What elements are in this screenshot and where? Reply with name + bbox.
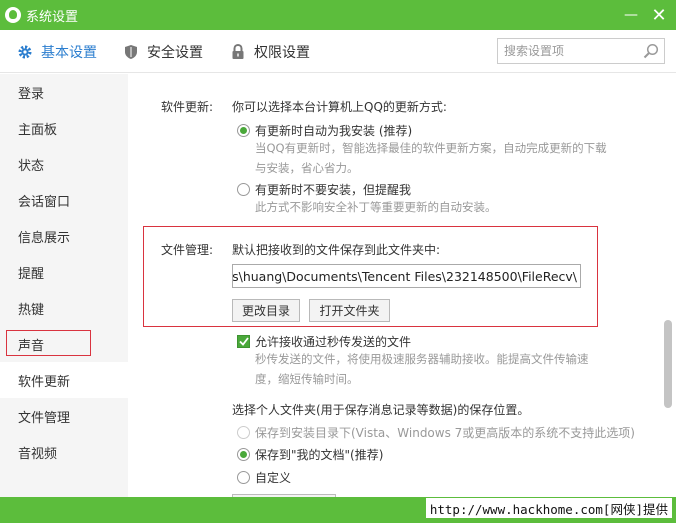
personal-folder-intro: 选择个人文件夹(用于保存消息记录等数据)的保存位置。: [232, 403, 530, 417]
search-icon[interactable]: [643, 43, 659, 59]
tab-security-settings[interactable]: 安全设置: [123, 30, 203, 73]
auto-update-desc-line1: 当QQ有更新时，智能选择最佳的软件更新方案，自动完成更新的下载: [255, 141, 607, 155]
custom-label[interactable]: 自定义: [255, 469, 291, 486]
tab-label: 基本设置: [41, 44, 97, 61]
auto-update-label[interactable]: 有更新时自动为我安装 (推荐): [255, 122, 412, 139]
change-directory-button[interactable]: 更改目录: [232, 299, 300, 322]
notify-update-desc: 此方式不影响安全补丁等重要更新的自动安装。: [255, 200, 497, 214]
fast-transfer-desc-line2: 度，缩短传输时间。: [255, 372, 359, 386]
settings-tab-bar: 基本设置 安全设置 权限设置: [0, 30, 676, 73]
title-bar: 系统设置 — ✕: [0, 0, 676, 30]
sidebar-item-sound[interactable]: 声音: [0, 326, 128, 362]
search-input[interactable]: [504, 40, 644, 62]
gear-icon: [17, 44, 33, 60]
radio-auto-update[interactable]: [237, 124, 250, 137]
my-documents-label[interactable]: 保存到"我的文档"(推荐): [255, 446, 383, 463]
sidebar-item-reminders[interactable]: 提醒: [0, 254, 128, 290]
fast-transfer-checkbox[interactable]: [237, 335, 250, 348]
checkmark-icon: [238, 337, 249, 346]
save-path-value: C:\Users\huang\Documents\Tencent Files\2…: [232, 268, 577, 284]
qq-logo-icon: [5, 7, 21, 23]
lock-icon: [230, 43, 246, 60]
save-path-field[interactable]: C:\Users\huang\Documents\Tencent Files\2…: [232, 264, 581, 288]
sidebar-item-main-panel[interactable]: 主面板: [0, 110, 128, 146]
shield-icon: [123, 44, 139, 60]
sidebar-item-audio-video[interactable]: 音视频: [0, 434, 128, 470]
file-save-intro: 默认把接收到的文件保存到此文件夹中:: [232, 243, 441, 257]
fast-transfer-label[interactable]: 允许接收通过秒传发送的文件: [255, 333, 411, 350]
file-management-label: 文件管理:: [161, 243, 214, 257]
close-button[interactable]: ✕: [648, 4, 670, 26]
minimize-button[interactable]: —: [620, 4, 642, 26]
software-update-label: 软件更新:: [161, 100, 214, 114]
fast-transfer-desc-line1: 秒传发送的文件，将使用极速服务器辅助接收。能提高文件传输速: [255, 352, 589, 366]
sidebar-item-hotkeys[interactable]: 热键: [0, 290, 128, 326]
open-folder-button[interactable]: 打开文件夹: [309, 299, 390, 322]
radio-my-documents[interactable]: [237, 448, 250, 461]
watermark-text: http://www.hackhome.com[网侠]提供: [425, 498, 672, 518]
scrollbar-thumb[interactable]: [664, 320, 672, 408]
sidebar-item-login[interactable]: 登录: [0, 74, 128, 110]
radio-custom[interactable]: [237, 471, 250, 484]
sidebar-item-file-management[interactable]: 文件管理: [0, 398, 128, 434]
tab-basic-settings[interactable]: 基本设置: [17, 30, 97, 73]
tab-permission-settings[interactable]: 权限设置: [230, 30, 310, 73]
sidebar-item-info-display[interactable]: 信息展示: [0, 218, 128, 254]
notify-update-label[interactable]: 有更新时不要安装，但提醒我: [255, 181, 411, 198]
auto-update-desc-line2: 与安装，省心省力。: [255, 161, 359, 175]
settings-content: 软件更新: 你可以选择本台计算机上QQ的更新方式: 有更新时自动为我安装 (推荐…: [128, 74, 661, 497]
radio-install-directory[interactable]: [237, 426, 250, 439]
search-box: [497, 38, 665, 64]
tab-label: 权限设置: [254, 44, 310, 61]
tab-label: 安全设置: [147, 44, 203, 61]
update-intro-text: 你可以选择本台计算机上QQ的更新方式:: [232, 100, 447, 114]
sidebar-item-software-update[interactable]: 软件更新: [0, 362, 128, 398]
install-directory-label: 保存到安装目录下(Vista、Windows 7或更高版本的系统不支持此选项): [255, 426, 635, 440]
sidebar-item-status[interactable]: 状态: [0, 146, 128, 182]
bottom-bar: http://www.hackhome.com[网侠]提供: [0, 497, 676, 523]
content-scrollbar[interactable]: [661, 74, 676, 497]
window-title: 系统设置: [26, 9, 79, 25]
settings-sidebar: 登录 主面板 状态 会话窗口 信息展示 提醒 热键 声音 软件更新 文件管理 音…: [0, 74, 128, 497]
sidebar-item-chat-window[interactable]: 会话窗口: [0, 182, 128, 218]
radio-notify-update[interactable]: [237, 183, 250, 196]
